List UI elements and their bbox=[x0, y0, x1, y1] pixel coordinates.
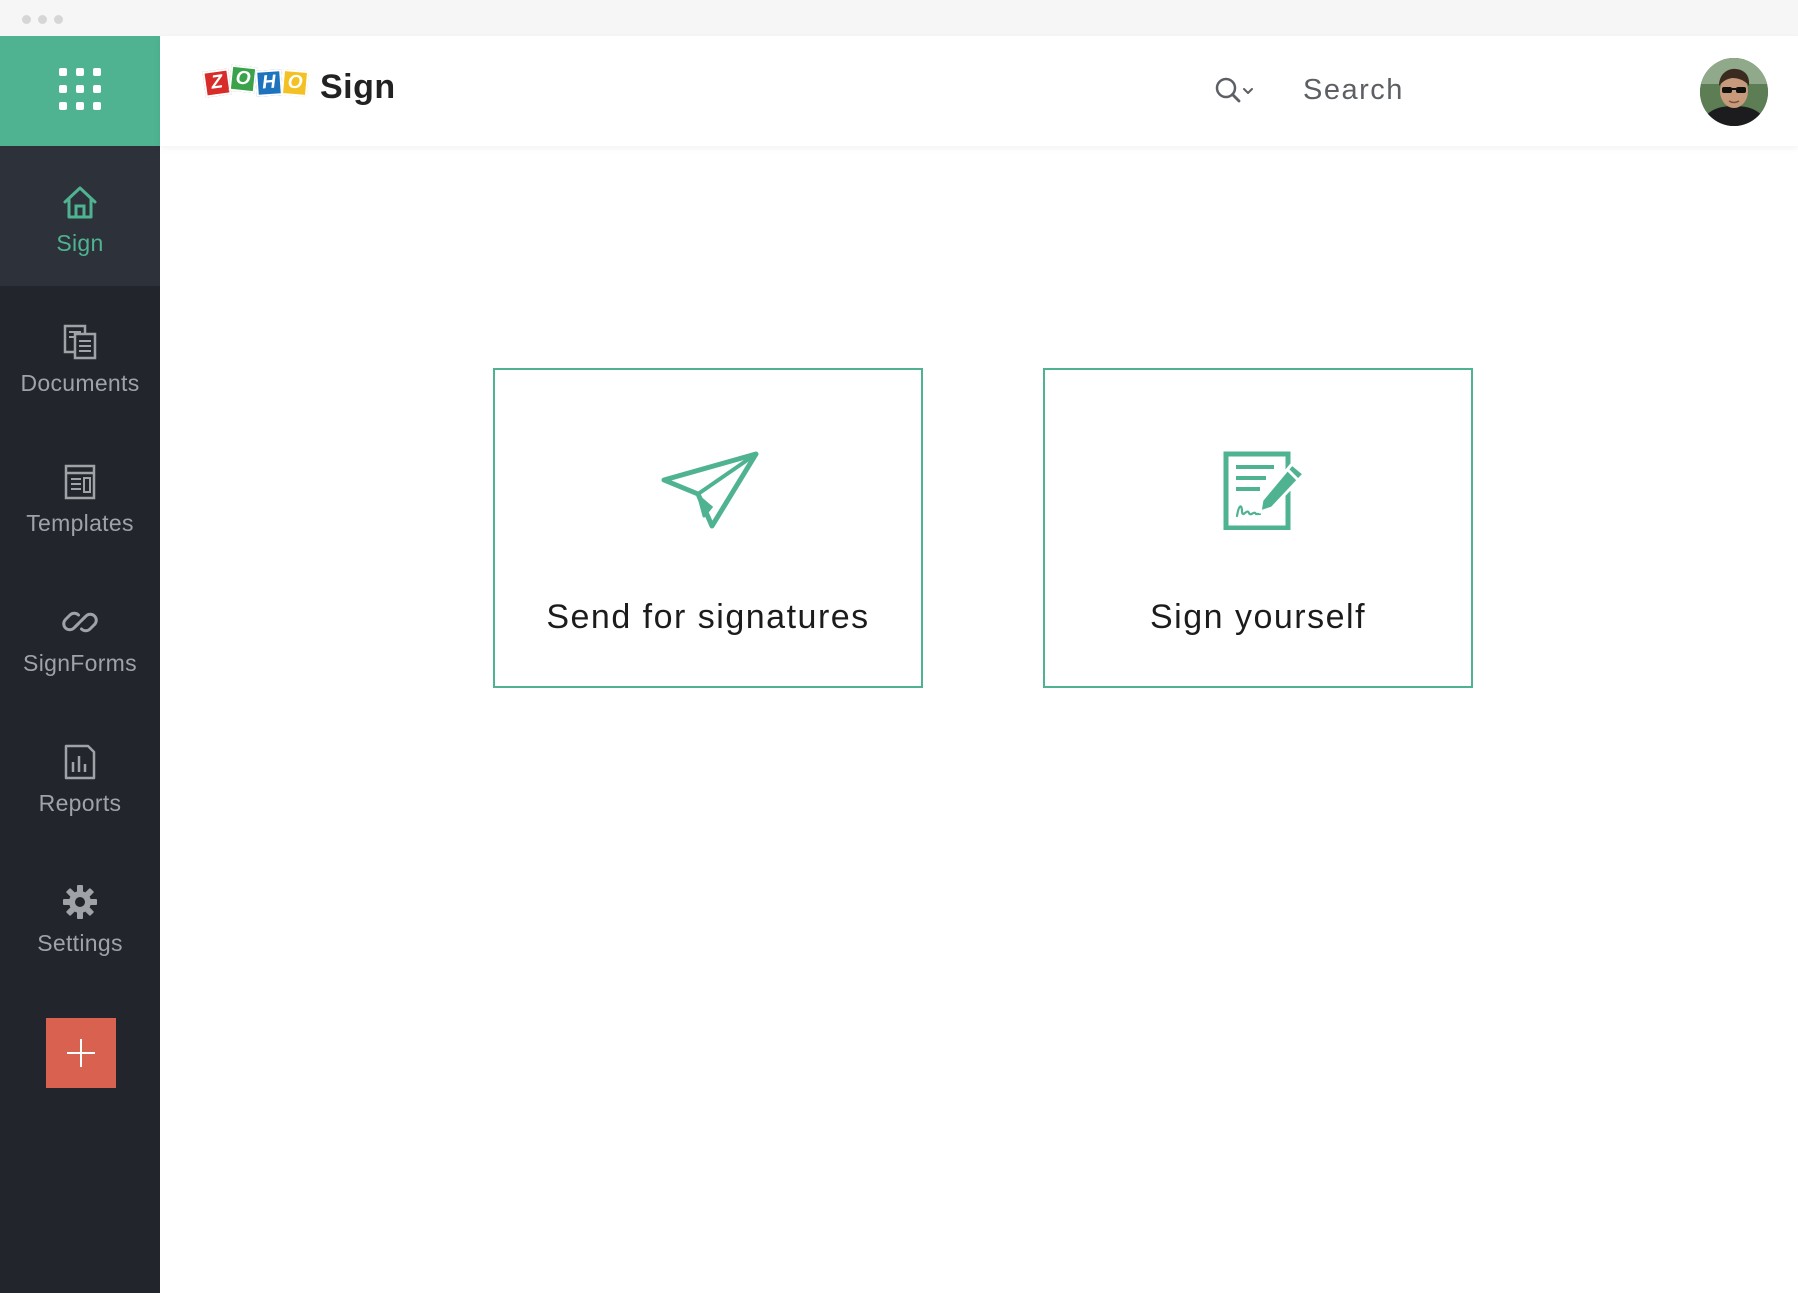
window-dot bbox=[22, 15, 31, 24]
top-bar: Z O H O Sign Search bbox=[160, 36, 1798, 146]
link-icon bbox=[62, 611, 98, 633]
sidebar-item-label: Documents bbox=[20, 370, 140, 396]
chevron-down-icon bbox=[1243, 88, 1253, 94]
window-dot bbox=[54, 15, 63, 24]
sidebar-item-reports[interactable]: Reports bbox=[0, 706, 160, 846]
search-input[interactable]: Search bbox=[1303, 74, 1404, 107]
logo-letter: O bbox=[280, 68, 310, 98]
sign-yourself-card[interactable]: Sign yourself bbox=[1043, 368, 1473, 688]
logo-word: Sign bbox=[320, 68, 396, 106]
card-label: Send for signatures bbox=[546, 598, 870, 636]
window-dot bbox=[38, 15, 47, 24]
sidebar-item-label: Sign bbox=[56, 230, 104, 256]
send-for-signatures-card[interactable]: Send for signatures bbox=[493, 368, 923, 688]
home-icon bbox=[63, 186, 97, 219]
gear-icon bbox=[63, 885, 97, 919]
sidebar-item-label: Reports bbox=[38, 790, 122, 816]
create-new-button[interactable] bbox=[46, 1018, 116, 1088]
logo-letter: O bbox=[228, 64, 258, 94]
templates-icon bbox=[64, 464, 96, 500]
sidebar-item-signforms[interactable]: SignForms bbox=[0, 566, 160, 706]
search-icon bbox=[1215, 77, 1241, 103]
card-label: Sign yourself bbox=[1149, 598, 1367, 636]
apps-grid-icon bbox=[59, 68, 101, 110]
user-photo bbox=[1700, 58, 1768, 126]
sidebar-item-documents[interactable]: Documents bbox=[0, 286, 160, 426]
sidebar-item-label: SignForms bbox=[23, 650, 137, 676]
avatar[interactable] bbox=[1700, 58, 1768, 126]
paper-plane-icon bbox=[661, 451, 759, 529]
app-launcher-button[interactable] bbox=[0, 36, 160, 146]
logo-letter: Z bbox=[202, 68, 232, 98]
logo-letter: H bbox=[255, 69, 283, 97]
sidebar-item-settings[interactable]: Settings bbox=[0, 846, 160, 986]
window-chrome bbox=[0, 0, 1798, 36]
documents-icon bbox=[63, 324, 97, 360]
sign-document-icon bbox=[1223, 451, 1306, 530]
sidebar-item-sign[interactable]: Sign bbox=[0, 146, 160, 286]
sidebar: Sign Documents Templates SignForms Repor… bbox=[0, 36, 160, 1293]
search-scope-dropdown[interactable] bbox=[1213, 74, 1269, 108]
sidebar-item-label: Settings bbox=[37, 930, 123, 956]
plus-icon-stroke bbox=[80, 1039, 82, 1067]
reports-icon bbox=[64, 744, 96, 780]
sidebar-item-label: Templates bbox=[26, 510, 134, 536]
sidebar-item-templates[interactable]: Templates bbox=[0, 426, 160, 566]
